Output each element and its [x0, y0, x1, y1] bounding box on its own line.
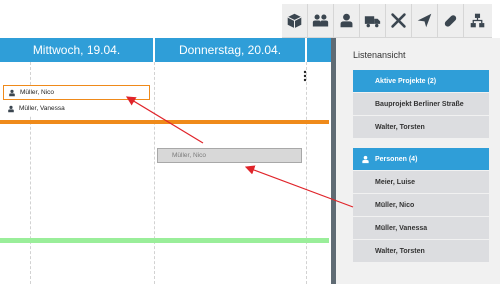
day-label: Mittwoch, 19.04.	[32, 43, 121, 57]
event-mueller-nico[interactable]: Müller, Nico	[3, 85, 150, 100]
list-item-label: Müller, Vanessa	[375, 224, 428, 232]
list-item-label: Walter, Torsten	[375, 123, 425, 131]
green-marker-line	[0, 238, 329, 243]
truck-button[interactable]	[360, 3, 386, 38]
person-icon	[9, 89, 15, 96]
list-item-person[interactable]: Müller, Vanessa	[353, 217, 489, 239]
event-label: Müller, Nico	[20, 89, 54, 96]
persons-header[interactable]: Personen (4)	[353, 148, 489, 170]
event-label: Müller, Vanessa	[19, 105, 65, 112]
hierarchy-icon	[470, 13, 484, 28]
tools-icon	[391, 13, 406, 28]
list-item-label: Meier, Luise	[375, 178, 416, 186]
person-button[interactable]	[334, 3, 360, 38]
person-icon	[340, 13, 353, 28]
truck-icon	[364, 16, 381, 28]
list-item-person[interactable]: Meier, Luise	[353, 171, 489, 193]
send-icon	[417, 13, 432, 28]
pill-icon	[444, 15, 457, 27]
list-item-label: Walter, Torsten	[375, 247, 425, 255]
list-view-panel: Listenansicht Aktive Projekte (2) Baupro…	[336, 38, 500, 284]
day-header-wednesday[interactable]: Mittwoch, 19.04.	[0, 38, 153, 62]
persons-header-label: Personen (4)	[375, 155, 418, 163]
day-header-next[interactable]	[307, 38, 331, 62]
team-icon	[312, 14, 329, 27]
toolbar	[282, 3, 492, 38]
orange-marker-line	[0, 120, 329, 124]
event-label: Müller, Nico	[172, 152, 206, 159]
box-button[interactable]	[282, 3, 308, 38]
list-item-person[interactable]: Walter, Torsten	[353, 240, 489, 262]
day-label: Donnerstag, 20.04.	[178, 43, 282, 57]
panel-title: Listenansicht	[353, 50, 406, 60]
more-options-icon[interactable]	[303, 70, 307, 82]
pill-button[interactable]	[438, 3, 464, 38]
list-item-person[interactable]: Müller, Nico	[353, 194, 489, 216]
team-button[interactable]	[308, 3, 334, 38]
tools-button[interactable]	[386, 3, 412, 38]
list-item-label: Bauprojekt Berliner Straße	[375, 100, 464, 108]
person-icon	[362, 155, 369, 163]
send-button[interactable]	[412, 3, 438, 38]
list-item-label: Müller, Nico	[375, 201, 415, 209]
hierarchy-button[interactable]	[464, 4, 490, 38]
grid-line	[306, 62, 307, 284]
list-item-project[interactable]: Walter, Torsten	[353, 116, 489, 138]
projects-header[interactable]: Aktive Projekte (2)	[353, 70, 489, 92]
person-icon	[8, 105, 14, 112]
box-icon	[287, 13, 302, 29]
projects-header-label: Aktive Projekte (2)	[375, 77, 437, 85]
day-header-thursday[interactable]: Donnerstag, 20.04.	[155, 38, 305, 62]
grid-line	[154, 62, 155, 284]
list-item-project[interactable]: Bauprojekt Berliner Straße	[353, 93, 489, 115]
calendar-view: Mittwoch, 19.04. Donnerstag, 20.04. Müll…	[0, 38, 331, 284]
event-mueller-vanessa[interactable]: Müller, Vanessa	[3, 101, 150, 116]
drag-preview-event[interactable]: Müller, Nico	[157, 148, 302, 163]
